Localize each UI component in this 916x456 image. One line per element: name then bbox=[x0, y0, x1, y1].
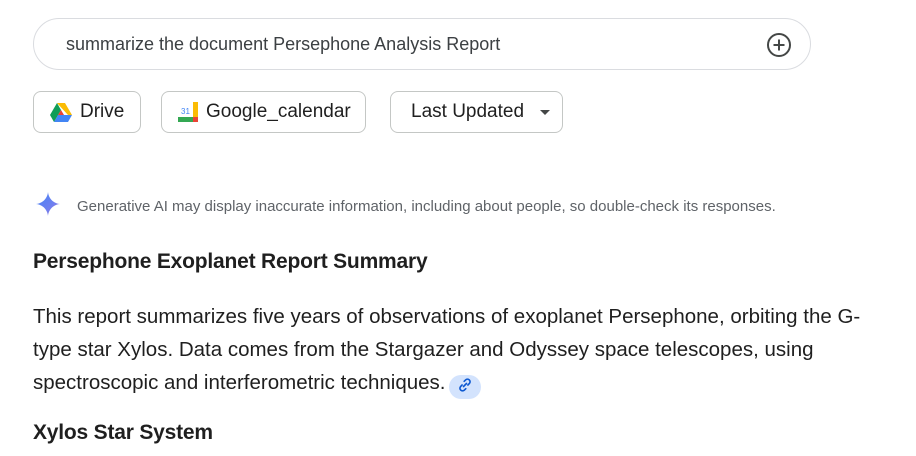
search-input[interactable]: summarize the document Persephone Analys… bbox=[66, 34, 500, 55]
gemini-response-page: summarize the document Persephone Analys… bbox=[0, 0, 916, 456]
gemini-sparkle-icon bbox=[36, 192, 60, 221]
section-heading: Xylos Star System bbox=[33, 421, 213, 444]
source-link-button[interactable] bbox=[449, 374, 482, 399]
response-paragraph-text: This report summarizes five years of obs… bbox=[33, 305, 861, 394]
drive-filter-chip[interactable]: Drive bbox=[33, 91, 141, 133]
calendar-filter-chip[interactable]: 31 Google_calendar bbox=[161, 91, 366, 133]
google-drive-icon bbox=[50, 102, 72, 122]
last-updated-label: Last Updated bbox=[411, 101, 525, 122]
drive-filter-label: Drive bbox=[80, 101, 125, 122]
plus-circle-icon[interactable] bbox=[766, 32, 792, 58]
last-updated-dropdown[interactable]: Last Updated bbox=[390, 91, 563, 133]
search-bar[interactable]: summarize the document Persephone Analys… bbox=[33, 18, 811, 70]
ai-disclaimer: Generative AI may display inaccurate inf… bbox=[36, 192, 776, 221]
link-icon bbox=[457, 370, 473, 403]
calendar-icon-text: 31 bbox=[181, 107, 190, 116]
calendar-filter-label: Google_calendar bbox=[206, 101, 351, 122]
caret-down-icon bbox=[540, 109, 551, 115]
response-paragraph: This report summarizes five years of obs… bbox=[33, 300, 893, 399]
google-calendar-icon: 31 bbox=[178, 102, 198, 122]
disclaimer-text: Generative AI may display inaccurate inf… bbox=[77, 198, 776, 215]
response-title: Persephone Exoplanet Report Summary bbox=[33, 250, 428, 273]
